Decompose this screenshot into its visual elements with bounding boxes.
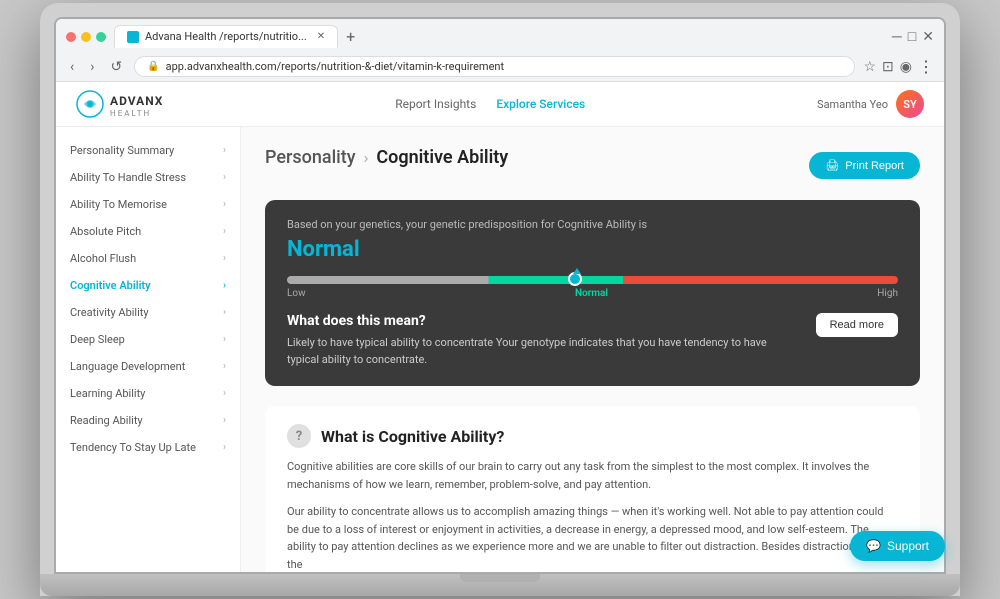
close-window-btn[interactable] bbox=[66, 32, 76, 42]
back-button[interactable]: ‹ bbox=[66, 57, 78, 77]
refresh-button[interactable]: ↺ bbox=[106, 57, 126, 77]
info-header: ? What is Cognitive Ability? bbox=[287, 424, 898, 448]
browser-action-icons: ☆ ⊡ ◉ ⋮ bbox=[863, 57, 934, 76]
page-header-row: Personality › Cognitive Ability 🖨 Print … bbox=[265, 147, 920, 184]
breadcrumb-current: Cognitive Ability bbox=[376, 147, 508, 168]
sidebar-item-deep-sleep[interactable]: Deep Sleep › bbox=[56, 326, 240, 353]
app-header: ADVANX HEALTH Report Insights Explore Se… bbox=[56, 82, 944, 127]
forward-button[interactable]: › bbox=[86, 57, 98, 77]
sidebar-item-alcohol-flush[interactable]: Alcohol Flush › bbox=[56, 245, 240, 272]
laptop-notch bbox=[460, 574, 540, 582]
sidebar-item-language-development[interactable]: Language Development › bbox=[56, 353, 240, 380]
info-section: ? What is Cognitive Ability? Cognitive a… bbox=[265, 406, 920, 572]
logo-sub: HEALTH bbox=[110, 109, 163, 118]
spectrum-labels: Low Normal High bbox=[287, 288, 898, 299]
window-toolbar: ─ □ ✕ bbox=[892, 28, 934, 45]
meaning-section: What does this mean? Likely to have typi… bbox=[287, 313, 898, 368]
spectrum-label-high: High bbox=[877, 288, 898, 299]
header-right: Samantha Yeo SY bbox=[817, 90, 924, 118]
url-text: app.advanxhealth.com/reports/nutrition-&… bbox=[166, 60, 504, 73]
minimize-icon[interactable]: ─ bbox=[892, 28, 902, 45]
sidebar: Personality Summary › Ability To Handle … bbox=[56, 127, 241, 572]
chevron-right-icon: › bbox=[223, 361, 226, 372]
bookmark-icon[interactable]: ☆ bbox=[863, 59, 876, 75]
result-value: Normal bbox=[287, 237, 898, 262]
print-report-button[interactable]: 🖨 Print Report bbox=[809, 152, 920, 179]
logo-icon bbox=[76, 90, 104, 118]
maximize-window-btn[interactable] bbox=[96, 32, 106, 42]
browser-menu-button[interactable]: ⋮ bbox=[918, 57, 934, 76]
url-bar[interactable]: 🔒 app.advanxhealth.com/reports/nutrition… bbox=[134, 56, 855, 77]
app-logo: ADVANX HEALTH bbox=[76, 90, 163, 118]
chevron-right-icon: › bbox=[223, 172, 226, 183]
spectrum-container: Low Normal High bbox=[287, 276, 898, 299]
tab-favicon bbox=[127, 31, 139, 43]
cast-icon[interactable]: ⊡ bbox=[882, 59, 894, 75]
spectrum-label-low: Low bbox=[287, 288, 306, 299]
chevron-right-icon: › bbox=[223, 145, 226, 156]
nav-report-insights[interactable]: Report Insights bbox=[395, 97, 476, 111]
new-tab-button[interactable]: + bbox=[342, 27, 359, 46]
info-title: What is Cognitive Ability? bbox=[321, 427, 504, 446]
user-icon[interactable]: ◉ bbox=[900, 59, 912, 75]
breadcrumb-parent[interactable]: Personality bbox=[265, 147, 356, 168]
window-controls bbox=[66, 32, 106, 42]
logo-text: ADVANX bbox=[110, 94, 163, 108]
browser-toolbar: ‹ › ↺ 🔒 app.advanxhealth.com/reports/nut… bbox=[56, 52, 944, 81]
info-icon: ? bbox=[287, 424, 311, 448]
chevron-right-icon: › bbox=[223, 442, 226, 453]
sidebar-item-personality-summary[interactable]: Personality Summary › bbox=[56, 137, 240, 164]
main-layout: Personality Summary › Ability To Handle … bbox=[56, 127, 944, 572]
restore-icon[interactable]: □ bbox=[908, 28, 916, 45]
meaning-title: What does this mean? bbox=[287, 313, 800, 329]
breadcrumb-separator: › bbox=[364, 148, 369, 167]
sidebar-item-learning-ability[interactable]: Learning Ability › bbox=[56, 380, 240, 407]
content-area: Personality › Cognitive Ability 🖨 Print … bbox=[241, 127, 944, 572]
app-nav: Report Insights Explore Services bbox=[395, 97, 585, 111]
tab-bar: Advana Health /reports/nutritio... ✕ + bbox=[114, 25, 884, 48]
lock-icon: 🔒 bbox=[147, 61, 159, 72]
sidebar-item-absolute-pitch[interactable]: Absolute Pitch › bbox=[56, 218, 240, 245]
chevron-right-icon: › bbox=[223, 226, 226, 237]
sidebar-item-handle-stress[interactable]: Ability To Handle Stress › bbox=[56, 164, 240, 191]
minimize-window-btn[interactable] bbox=[81, 32, 91, 42]
user-avatar[interactable]: SY bbox=[896, 90, 924, 118]
chevron-right-icon: › bbox=[223, 199, 226, 210]
read-more-button[interactable]: Read more bbox=[816, 313, 898, 337]
info-para-2: Our ability to concentrate allows us to … bbox=[287, 503, 898, 572]
chevron-right-icon: › bbox=[223, 280, 226, 291]
sidebar-item-memorise[interactable]: Ability To Memorise › bbox=[56, 191, 240, 218]
result-intro-text: Based on your genetics, your genetic pre… bbox=[287, 218, 898, 231]
result-card: Based on your genetics, your genetic pre… bbox=[265, 200, 920, 386]
chevron-right-icon: › bbox=[223, 334, 226, 345]
sidebar-item-reading-ability[interactable]: Reading Ability › bbox=[56, 407, 240, 434]
info-para-1: Cognitive abilities are core skills of o… bbox=[287, 458, 898, 493]
spectrum-indicator bbox=[568, 272, 582, 286]
sidebar-item-creativity-ability[interactable]: Creativity Ability › bbox=[56, 299, 240, 326]
close-icon[interactable]: ✕ bbox=[922, 29, 934, 45]
spectrum-bar bbox=[287, 276, 898, 284]
chevron-right-icon: › bbox=[223, 253, 226, 264]
meaning-text-area: What does this mean? Likely to have typi… bbox=[287, 313, 800, 368]
chevron-right-icon: › bbox=[223, 415, 226, 426]
sidebar-item-tendency-stay-up[interactable]: Tendency To Stay Up Late › bbox=[56, 434, 240, 461]
user-name: Samantha Yeo bbox=[817, 98, 888, 111]
breadcrumb: Personality › Cognitive Ability bbox=[265, 147, 508, 168]
support-button[interactable]: 💬 Support bbox=[850, 531, 945, 561]
laptop-base bbox=[40, 574, 960, 596]
chevron-right-icon: › bbox=[223, 388, 226, 399]
tab-label: Advana Health /reports/nutritio... bbox=[145, 30, 307, 43]
nav-explore-services[interactable]: Explore Services bbox=[496, 97, 585, 111]
chevron-right-icon: › bbox=[223, 307, 226, 318]
meaning-text: Likely to have typical ability to concen… bbox=[287, 335, 800, 368]
tab-close-button[interactable]: ✕ bbox=[317, 31, 325, 42]
sidebar-item-cognitive-ability[interactable]: Cognitive Ability › bbox=[56, 272, 240, 299]
spectrum-label-normal: Normal bbox=[575, 288, 608, 299]
print-icon: 🖨 bbox=[825, 159, 839, 172]
active-tab[interactable]: Advana Health /reports/nutritio... ✕ bbox=[114, 25, 338, 48]
support-icon: 💬 bbox=[866, 539, 881, 553]
